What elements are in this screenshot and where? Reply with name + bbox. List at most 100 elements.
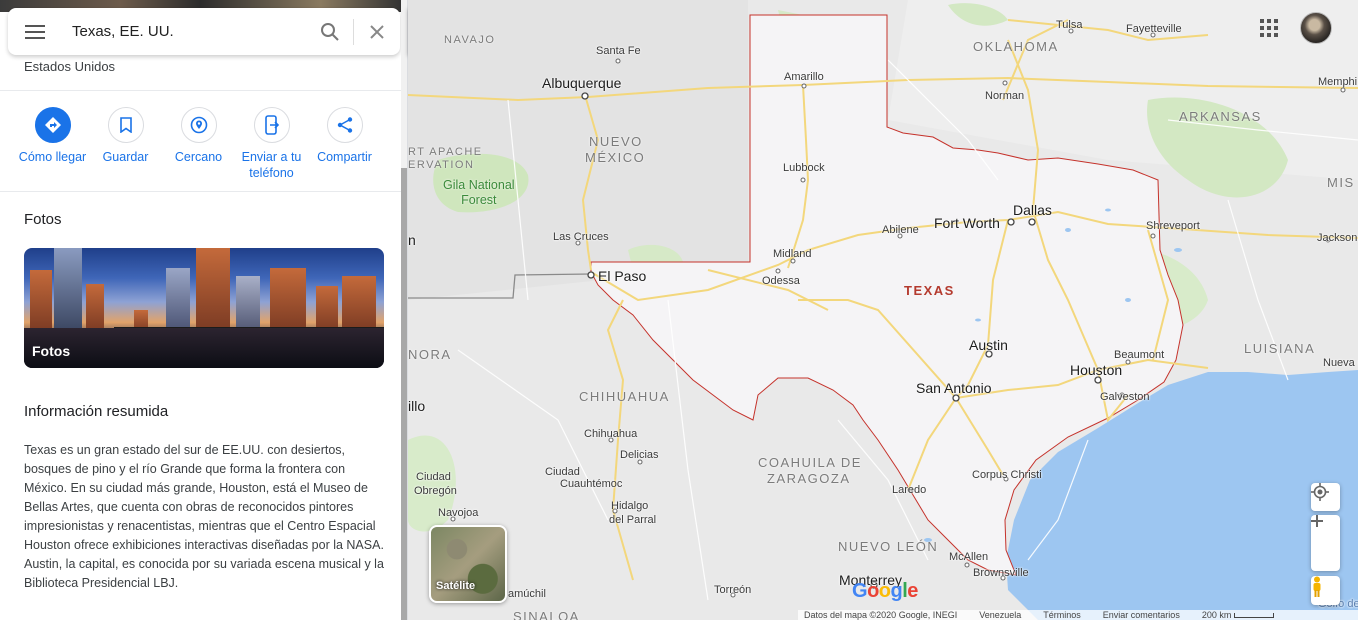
clear-search-button[interactable] — [354, 8, 400, 55]
city-label: Odessa — [762, 275, 800, 287]
search-icon — [321, 22, 339, 41]
city-label: Shreveport — [1146, 220, 1200, 232]
nearby-icon — [180, 107, 217, 143]
city-label: Delicias — [620, 449, 659, 461]
zoom-control — [1311, 515, 1340, 571]
city-label: Nueva Orle — [1323, 357, 1358, 369]
map-data-attribution: Datos del mapa ©2020 Google, INEGI — [804, 610, 958, 620]
photos-heading: Fotos — [24, 211, 62, 228]
side-panel: Texas, EE. UU. Estados Unidos Cómo llega… — [0, 0, 408, 620]
scale-label: 200 km — [1201, 610, 1232, 620]
city-label: Brownsville — [973, 567, 1029, 579]
region-label: CHIHUAHUA — [579, 389, 670, 404]
city-label: Midland — [773, 248, 812, 260]
city-label: Fayetteville — [1126, 23, 1182, 35]
divider — [0, 90, 401, 91]
share-button[interactable]: Compartir — [308, 107, 381, 181]
city-label: McAllen — [949, 551, 989, 563]
terms-link[interactable]: Términos — [1043, 610, 1081, 620]
region-label: ERVATION — [408, 159, 475, 171]
city-label: amúchil — [508, 588, 546, 600]
search-button[interactable] — [307, 8, 353, 55]
city-label: Beaumont — [1114, 349, 1165, 361]
search-input[interactable]: Texas, EE. UU. — [62, 23, 307, 40]
region-label: OKLAHOMA — [973, 39, 1059, 54]
city-label: del Parral — [609, 514, 657, 526]
my-location-button[interactable] — [1311, 483, 1340, 511]
action-bar: Cómo llegar Guardar Cercano Enviar a tu … — [16, 107, 381, 181]
city-label: Memphi — [1318, 76, 1358, 88]
city-label: Amarillo — [784, 71, 824, 83]
bookmark-icon — [107, 107, 144, 143]
scrollbar-thumb[interactable] — [401, 168, 407, 620]
region-label: ZARAGOZA — [767, 471, 851, 486]
selected-region-label: TEXAS — [904, 283, 955, 298]
avatar[interactable] — [1300, 12, 1332, 44]
photos-card[interactable]: Fotos — [24, 248, 384, 368]
directions-label: Cómo llegar — [18, 150, 87, 164]
pegman-icon — [1313, 576, 1321, 597]
region-label: LUISIANA — [1244, 341, 1316, 356]
city-label: Chihuahua — [584, 428, 638, 440]
summary-text: Texas es un gran estado del sur de EE.UU… — [24, 443, 384, 590]
divider — [0, 191, 401, 192]
apps-grid-icon[interactable] — [1260, 19, 1278, 37]
city-label: Houston — [1070, 362, 1123, 378]
city-label: Jackson — [1317, 232, 1358, 244]
region-label: NAVAJO — [444, 34, 496, 46]
save-button[interactable]: Guardar — [89, 107, 162, 181]
satellite-layer-toggle[interactable]: Satélite — [429, 525, 507, 603]
city-label: Cuauhtémoc — [560, 478, 623, 490]
region-label: RT APACHE — [408, 146, 483, 158]
send-to-phone-button[interactable]: Enviar a tu teléfono — [235, 107, 308, 181]
region-label: NUEVO LEÓN — [838, 539, 939, 554]
city-label: Obregón — [414, 485, 457, 497]
region-label: NORA — [408, 347, 452, 362]
park-label: Gila National Forest — [443, 178, 515, 207]
close-icon — [370, 24, 384, 39]
city-label: Hidalgo — [611, 500, 649, 512]
place-subtitle: Estados Unidos — [24, 59, 116, 74]
city-label: Dallas — [1013, 202, 1052, 218]
city-label: Torreón — [714, 584, 752, 596]
city-label: El Paso — [598, 268, 647, 284]
city-label: Galveston — [1100, 391, 1150, 403]
region-label: SINALOA — [513, 609, 580, 620]
map-base — [408, 0, 1358, 620]
satellite-label: Satélite — [436, 580, 476, 592]
city-label: Abilene — [882, 224, 919, 236]
city-label: Fort Worth — [934, 215, 1000, 231]
city-label: Ciudad — [416, 471, 451, 483]
scale-indicator[interactable]: 200 km — [1202, 610, 1274, 620]
zoom-out-button[interactable] — [1311, 520, 1340, 571]
menu-button[interactable] — [8, 8, 62, 55]
region-label: NUEVO — [589, 134, 643, 149]
city-label: Tulsa — [1056, 19, 1083, 31]
google-logo: Google — [852, 580, 918, 602]
feedback-link[interactable]: Enviar comentarios — [1103, 610, 1180, 620]
city-label: Norman — [985, 90, 1025, 102]
city-label: Lubbock — [783, 162, 825, 174]
city-label: Santa Fe — [596, 45, 641, 57]
crosshair-icon — [1311, 483, 1329, 501]
country-link[interactable]: Venezuela — [979, 610, 1021, 620]
city-label: Albuquerque — [542, 75, 622, 91]
city-label: illo — [408, 398, 426, 414]
city-label: Austin — [969, 337, 1008, 353]
map-canvas[interactable]: NAVAJO OKLAHOMA ARKANSAS MIS NUEVO MÉXIC… — [408, 0, 1358, 620]
panel-scrollbar[interactable] — [401, 0, 407, 620]
street-view-pegman[interactable] — [1311, 576, 1340, 605]
save-label: Guardar — [102, 150, 149, 164]
directions-button[interactable]: Cómo llegar — [16, 107, 89, 181]
nearby-button[interactable]: Cercano — [162, 107, 235, 181]
search-box[interactable]: Texas, EE. UU. — [8, 8, 400, 55]
my-location-control[interactable] — [1311, 483, 1340, 511]
region-label: MIS — [1327, 175, 1355, 190]
region-label: COAHUILA DE — [758, 455, 862, 470]
city-label: San Antonio — [916, 380, 992, 396]
minus-icon — [1311, 520, 1323, 522]
scale-bar — [1233, 613, 1274, 619]
directions-icon — [34, 107, 71, 143]
region-label: MÉXICO — [585, 150, 646, 165]
city-label: Las Cruces — [553, 231, 609, 243]
